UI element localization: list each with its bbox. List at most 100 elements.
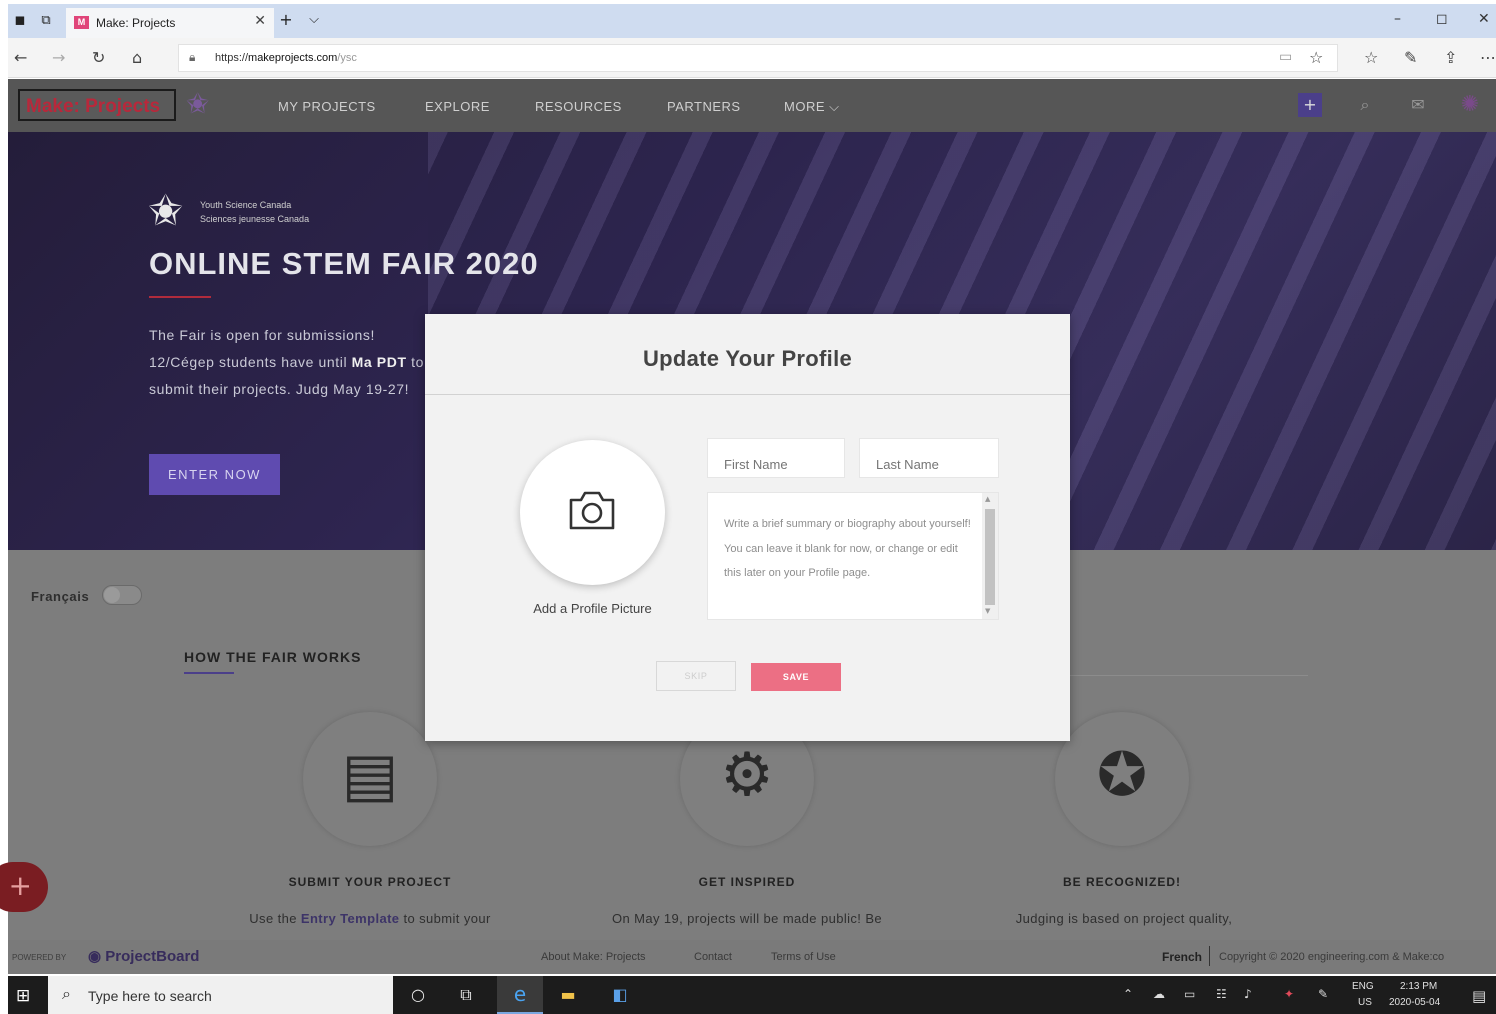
browser-tab[interactable]: M Make: Projects ✕ [66, 8, 274, 38]
footer-language-link[interactable]: French [1162, 950, 1202, 964]
section-title-underline [184, 672, 234, 674]
tab-preview-icon[interactable]: ⧉ [38, 13, 54, 29]
section-divider [1063, 675, 1308, 676]
page-footer: POWERED BY ◉ ProjectBoard About Make: Pr… [8, 940, 1496, 974]
network-icon[interactable]: ☷ [1216, 987, 1227, 1001]
browser-title-bar: ◼ ⧉ M Make: Projects ✕ + ⌵ – ◻ ✕ [8, 4, 1496, 38]
taskbar-edge-app[interactable]: e [497, 976, 543, 1014]
refresh-icon[interactable]: ↻ [92, 48, 105, 67]
search-icon[interactable]: ⌕ [1353, 93, 1377, 117]
recognized-feature-circle: ✪ [1055, 712, 1189, 846]
hero-title: ONLINE STEM FAIR 2020 [149, 246, 539, 281]
nav-my-projects[interactable]: MY PROJECTS [278, 99, 376, 114]
nav-more[interactable]: MORE ⌵ [784, 99, 839, 115]
section-title: HOW THE FAIR WORKS [184, 649, 362, 665]
share-icon[interactable]: ⇪ [1444, 48, 1457, 67]
org-line-1: Youth Science Canada [200, 200, 292, 210]
tab-close-icon[interactable]: ✕ [254, 13, 266, 29]
lightbulb-gears-icon: ⚙ [720, 740, 774, 810]
bio-placeholder: Write a brief summary or biography about… [724, 518, 971, 579]
bio-textarea[interactable]: Write a brief summary or biography about… [707, 492, 999, 620]
feature-text-recognized: Judging is based on project quality, [1015, 911, 1233, 926]
forward-icon[interactable]: → [52, 48, 65, 67]
volume-icon[interactable]: ♪ [1244, 987, 1252, 1001]
url-host: makeprojects.com [248, 52, 338, 64]
close-window-icon[interactable]: ✕ [1478, 11, 1490, 27]
taskbar-store-app[interactable]: ◧ [597, 976, 643, 1014]
back-icon[interactable]: ← [14, 48, 27, 67]
modal-title: Update Your Profile [642, 346, 853, 371]
projectboard-brand-text: ProjectBoard [105, 948, 200, 965]
user-avatar-icon[interactable]: ✺ [1458, 93, 1482, 117]
nav-partners[interactable]: PARTNERS [667, 99, 741, 114]
scroll-down-icon[interactable]: ▼ [985, 607, 990, 615]
add-project-icon[interactable]: + [1298, 93, 1322, 117]
minimize-icon[interactable]: – [1394, 11, 1401, 27]
taskbar-search-box[interactable]: ⌕ Type here to search [48, 976, 393, 1014]
site-logo[interactable]: Make: Projects [18, 89, 176, 121]
clock-date[interactable]: 2020-05-04 [1389, 997, 1440, 1008]
org-line-2: Sciences jeunesse Canada [200, 214, 310, 224]
bio-scroll-thumb[interactable] [985, 509, 995, 605]
pen-tray-icon[interactable]: ✎ [1318, 987, 1328, 1001]
nav-explore[interactable]: EXPLORE [425, 99, 490, 114]
cortana-icon[interactable]: ○ [407, 985, 429, 1004]
clock-time[interactable]: 2:13 PM [1400, 981, 1437, 992]
last-name-field[interactable] [859, 438, 999, 478]
home-icon[interactable]: ⌂ [132, 48, 142, 67]
scroll-up-icon[interactable]: ▲ [985, 495, 990, 503]
first-name-field[interactable] [707, 438, 845, 478]
onedrive-icon[interactable]: ☁ [1153, 987, 1165, 1001]
projectboard-brand[interactable]: ◉ ProjectBoard [88, 947, 199, 965]
document-form-icon: ▤ [341, 740, 399, 810]
footer-link-contact[interactable]: Contact [694, 951, 732, 963]
battery-icon[interactable]: ▭ [1184, 987, 1195, 1001]
footer-link-about[interactable]: About Make: Projects [541, 951, 646, 963]
hero-body-bold-1: Ma [351, 354, 373, 370]
enter-now-button[interactable]: ENTER NOW [149, 454, 280, 495]
url-text: https://makeprojects.com/ysc [215, 52, 357, 64]
favorites-hub-icon[interactable]: ☆ [1364, 48, 1378, 67]
store-icon: ◧ [612, 985, 628, 1004]
feature-text-submit-pre: Use the [249, 911, 301, 926]
tray-overflow-icon[interactable]: ⌃ [1123, 987, 1133, 1001]
feature-title-recognized: BE RECOGNIZED! [1062, 875, 1181, 889]
skip-button[interactable]: SKIP [656, 661, 736, 691]
tab-favicon-icon: M [74, 16, 89, 29]
lock-icon: 🔒︎ [189, 50, 196, 64]
language-toggle[interactable] [102, 585, 142, 605]
task-view-icon[interactable]: ⧉ [455, 985, 477, 1005]
feature-text-submit-post: to submit your [399, 911, 491, 926]
hero-divider [149, 296, 211, 298]
footer-link-terms[interactable]: Terms of Use [771, 951, 836, 963]
profile-picture-button[interactable] [520, 440, 665, 585]
more-options-icon[interactable]: ⋯ [1480, 48, 1496, 67]
save-button[interactable]: SAVE [751, 663, 841, 691]
tab-title: Make: Projects [96, 16, 176, 30]
reading-view-icon[interactable]: ▭ [1279, 49, 1292, 65]
entry-template-link[interactable]: Entry Template [301, 911, 400, 926]
hero-body-text: The Fair is open for submissions! 12/Cég… [149, 322, 439, 403]
bio-scrollbar[interactable]: ▲ ▼ [982, 493, 998, 619]
hero-body-bold-2: PDT [376, 354, 407, 370]
favorite-star-icon[interactable]: ☆ [1309, 48, 1323, 67]
dropbox-icon[interactable]: ✦ [1284, 987, 1294, 1001]
pen-notes-icon[interactable]: ✎ [1404, 48, 1417, 67]
nav-resources[interactable]: RESOURCES [535, 99, 622, 114]
windows-start-icon[interactable]: ⊞ [16, 986, 30, 1006]
url-field[interactable]: 🔒︎ https://makeprojects.com/ysc ▭ ☆ [178, 44, 1338, 72]
edge-menu-icon[interactable]: ◼ [12, 13, 28, 29]
add-fab-button[interactable]: + [0, 862, 48, 912]
feature-text-submit: Use the Entry Template to submit your [220, 911, 520, 926]
new-tab-icon[interactable]: + [278, 12, 294, 28]
action-center-icon[interactable]: ▤ [1472, 987, 1486, 1005]
tab-list-chevron-icon[interactable]: ⌵ [306, 12, 322, 28]
taskbar-explorer-app[interactable]: ▬ [545, 976, 591, 1014]
ysc-star-icon: ✬ [148, 186, 184, 235]
inbox-icon[interactable]: ✉ [1406, 93, 1430, 117]
powered-by-label: POWERED BY [12, 953, 67, 962]
input-language[interactable]: ENG [1352, 981, 1374, 992]
maximize-icon[interactable]: ◻ [1436, 11, 1448, 27]
taskbar-search-placeholder: Type here to search [88, 988, 212, 1004]
input-region[interactable]: US [1358, 997, 1372, 1008]
